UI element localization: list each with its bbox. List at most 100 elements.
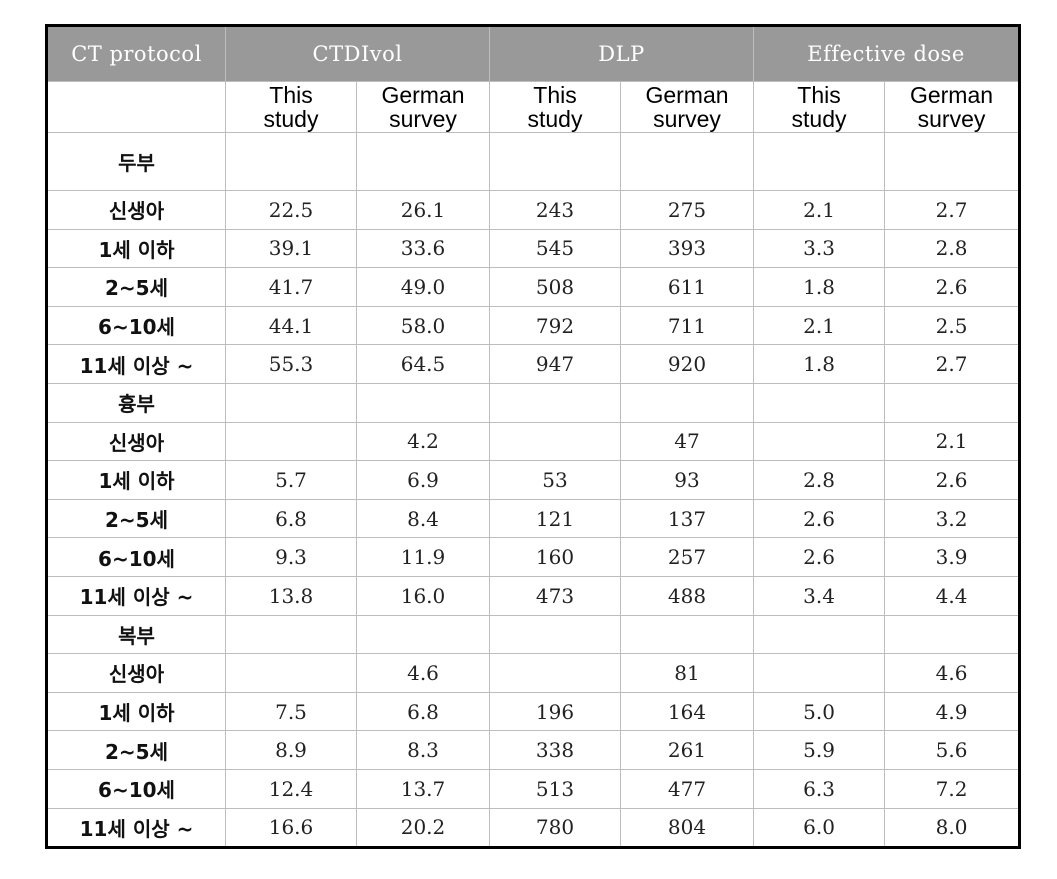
header-group-ctdivol: CTDIvol <box>225 25 490 82</box>
value-cell: 164 <box>619 691 755 732</box>
value-cell: 20.2 <box>356 807 490 849</box>
value-cell: 3.9 <box>884 537 1021 577</box>
header-empty-cell <box>46 81 226 133</box>
subheader-line1: This <box>797 82 841 108</box>
value-cell: 8.3 <box>356 730 490 770</box>
value-cell: 780 <box>489 807 621 849</box>
empty-cell <box>489 132 621 191</box>
empty-cell <box>619 382 755 423</box>
value-cell: 4.6 <box>884 653 1021 693</box>
value-cell: 1.8 <box>753 267 886 307</box>
value-cell: 4.4 <box>884 575 1021 616</box>
value-cell: 2.8 <box>884 228 1021 269</box>
subheader-line2: study <box>263 106 319 132</box>
age-group-label: 6~10세 <box>46 537 226 577</box>
value-cell: 2.6 <box>753 537 886 577</box>
value-cell: 804 <box>619 807 755 849</box>
value-cell: 8.9 <box>225 730 357 770</box>
value-cell: 477 <box>619 768 755 809</box>
age-group-label: 11세 이상 ~ <box>46 344 226 384</box>
subheader-line1: This <box>533 82 577 108</box>
value-cell: 8.4 <box>356 498 490 539</box>
subheader-line1: German <box>909 82 994 108</box>
empty-cell <box>356 614 490 655</box>
value-cell: 8.0 <box>884 807 1021 849</box>
value-cell: 6.9 <box>356 460 490 500</box>
value-cell: 26.1 <box>356 190 490 230</box>
table-row: 1세 이하 39.1 33.6 545 393 3.3 2.8 <box>46 228 1021 269</box>
value-cell: 4.9 <box>884 691 1021 732</box>
table-row: 신생아 22.5 26.1 243 275 2.1 2.7 <box>46 190 1021 230</box>
section-label: 복부 <box>46 614 226 655</box>
section-row: 두부 <box>46 132 1021 191</box>
value-cell: 58.0 <box>356 305 490 346</box>
value-cell: 160 <box>489 537 621 577</box>
empty-cell <box>619 132 755 191</box>
value-cell: 257 <box>619 537 755 577</box>
dose-comparison-table: CT protocol CTDIvol DLP Effective dose T… <box>45 24 1022 850</box>
value-cell: 81 <box>619 653 755 693</box>
empty-cell <box>356 132 490 191</box>
table-row: 1세 이하 7.5 6.8 196 164 5.0 4.9 <box>46 691 1021 732</box>
subheader-line1: German <box>645 82 729 108</box>
value-cell <box>489 653 621 693</box>
value-cell: 121 <box>489 498 621 539</box>
subheader-ctdivol-this-study: This study <box>225 81 357 133</box>
subheader-line2: survey <box>917 106 986 132</box>
table-row: 6~10세 9.3 11.9 160 257 2.6 3.9 <box>46 537 1021 577</box>
value-cell: 338 <box>489 730 621 770</box>
value-cell: 508 <box>489 267 621 307</box>
value-cell: 93 <box>619 460 755 500</box>
table-row: 11세 이상 ~16.6 20.2 780 804 6.0 8.0 <box>46 807 1021 849</box>
value-cell: 6.8 <box>356 691 490 732</box>
header-group-dlp: DLP <box>488 25 755 82</box>
empty-cell <box>753 614 886 655</box>
empty-cell <box>884 132 1021 191</box>
value-cell: 2.8 <box>753 460 886 500</box>
value-cell: 488 <box>619 575 755 616</box>
empty-cell <box>225 382 357 423</box>
value-cell: 13.7 <box>356 768 490 809</box>
empty-cell <box>619 614 755 655</box>
value-cell <box>753 421 886 462</box>
value-cell: 2.1 <box>884 421 1021 462</box>
value-cell: 1.8 <box>753 344 886 384</box>
subheader-dlp-german-survey: German survey <box>619 81 755 133</box>
value-cell: 9.3 <box>225 537 357 577</box>
subheader-line2: study <box>791 106 847 132</box>
value-cell: 13.8 <box>225 575 357 616</box>
value-cell: 261 <box>619 730 755 770</box>
subheader-line2: study <box>527 106 583 132</box>
value-cell: 5.7 <box>225 460 357 500</box>
subheader-effective-dose-german-survey: German survey <box>884 81 1021 133</box>
value-cell <box>225 421 357 462</box>
value-cell: 39.1 <box>225 228 357 269</box>
empty-cell <box>489 382 621 423</box>
age-group-label: 1세 이하 <box>46 228 226 269</box>
age-group-label: 11세 이상 ~ <box>46 575 226 616</box>
empty-cell <box>753 382 886 423</box>
value-cell <box>489 421 621 462</box>
section-label: 두부 <box>46 132 226 191</box>
value-cell: 3.2 <box>884 498 1021 539</box>
age-group-label: 6~10세 <box>46 768 226 809</box>
value-cell: 7.2 <box>884 768 1021 809</box>
subheader-line2: survey <box>389 106 457 132</box>
value-cell: 2.1 <box>753 190 886 230</box>
value-cell: 44.1 <box>225 305 357 346</box>
value-cell: 393 <box>619 228 755 269</box>
value-cell <box>225 653 357 693</box>
empty-cell <box>884 382 1021 423</box>
section-row: 복부 <box>46 614 1021 655</box>
value-cell: 545 <box>489 228 621 269</box>
age-group-label: 1세 이하 <box>46 460 226 500</box>
subheader-line1: This <box>269 82 313 108</box>
value-cell: 64.5 <box>356 344 490 384</box>
value-cell: 711 <box>619 305 755 346</box>
value-cell: 3.3 <box>753 228 886 269</box>
value-cell: 5.9 <box>753 730 886 770</box>
empty-cell <box>356 382 490 423</box>
value-cell: 947 <box>489 344 621 384</box>
subheader-line2: survey <box>653 106 721 132</box>
age-group-label: 2~5세 <box>46 267 226 307</box>
